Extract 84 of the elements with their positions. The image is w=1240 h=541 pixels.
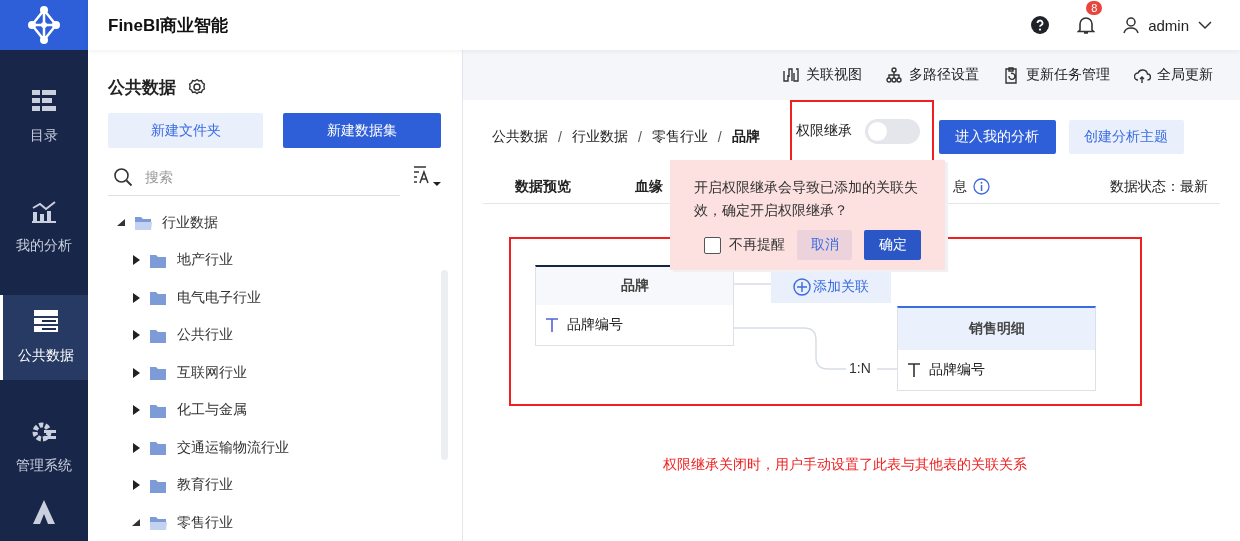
- permission-label: 权限继承: [795, 122, 852, 140]
- bell-icon[interactable]: [1077, 15, 1096, 35]
- notification-badge: 8: [1086, 1, 1103, 15]
- link-view-icon: [783, 66, 800, 84]
- expand-caret-icon[interactable]: [131, 442, 141, 453]
- tab[interactable]: 息: [953, 177, 990, 196]
- permission-toggle[interactable]: [864, 118, 920, 144]
- toolbar-button[interactable]: 全局更新: [1134, 66, 1213, 84]
- storage-icon: [33, 310, 58, 333]
- hierarchy-icon: [886, 66, 903, 84]
- tree-item[interactable]: 交通运输物流行业: [177, 438, 289, 457]
- tab[interactable]: 数据预览: [515, 177, 571, 196]
- open-analysis-button[interactable]: 进入我的分析: [938, 120, 1056, 154]
- new-dataset-button[interactable]: 新建数据集: [283, 113, 441, 148]
- text-type-icon: [545, 318, 559, 332]
- confirm-button[interactable]: 确定: [864, 230, 921, 260]
- table-card[interactable]: 销售明细 品牌编号: [897, 306, 1096, 391]
- toolbar-button[interactable]: 多路径设置: [886, 66, 979, 84]
- breadcrumb-link[interactable]: 公共数据: [492, 128, 548, 146]
- nav-item[interactable]: 我的分析: [0, 160, 88, 270]
- table-name: 品牌: [536, 267, 733, 305]
- tree-item[interactable]: 行业数据: [162, 213, 218, 232]
- breadcrumb-current: 品牌: [731, 128, 760, 146]
- add-link-button[interactable]: 添加关联: [771, 270, 891, 303]
- tree-item[interactable]: 公共行业: [177, 326, 233, 345]
- nav-item[interactable]: 公共数据: [0, 295, 88, 380]
- expand-caret-icon[interactable]: [131, 480, 141, 491]
- settings-icon[interactable]: [188, 78, 206, 96]
- field-name: 品牌编号: [567, 316, 623, 334]
- annotation-text: 权限继承关闭时，用户手动设置了此表与其他表的关联关系: [662, 456, 1028, 474]
- user-icon: [1123, 16, 1140, 34]
- search-icon: [113, 166, 133, 187]
- app-title: FineBI商业智能: [108, 14, 228, 37]
- toolbar-button[interactable]: 更新任务管理: [1003, 66, 1110, 84]
- dont-remind-checkbox[interactable]: 不再提醒: [704, 236, 785, 254]
- tree-item[interactable]: 地产行业: [177, 251, 233, 270]
- tree-item[interactable]: 电气电子行业: [177, 288, 261, 307]
- expand-caret-icon[interactable]: [131, 255, 141, 266]
- create-topic-button[interactable]: 创建分析主题: [1068, 120, 1184, 154]
- expand-caret-icon[interactable]: [131, 330, 141, 341]
- tree-item[interactable]: 教育行业: [177, 476, 233, 495]
- expand-caret-icon[interactable]: [131, 292, 141, 303]
- breadcrumb-link[interactable]: 行业数据: [571, 128, 628, 146]
- breadcrumb-separator: /: [637, 129, 642, 145]
- folder-icon: [134, 214, 152, 232]
- cancel-button[interactable]: 取消: [797, 230, 852, 260]
- logo-icon[interactable]: [0, 0, 88, 50]
- folder-icon: [149, 514, 167, 532]
- user-menu[interactable]: admin: [1123, 16, 1212, 34]
- popup-message: 开启权限继承会导致已添加的关联失效，确定开启权限继承？: [694, 178, 919, 220]
- add-icon: [793, 277, 811, 296]
- folder-icon: [149, 439, 167, 457]
- field-name: 品牌编号: [929, 361, 985, 379]
- info-icon[interactable]: [973, 178, 990, 195]
- chevron-down-icon: [1198, 20, 1212, 30]
- expand-caret-icon[interactable]: [131, 367, 141, 378]
- relation-label: 1:N: [849, 360, 871, 376]
- tree-item[interactable]: 化工与金属: [177, 401, 247, 420]
- folder-icon: [149, 364, 167, 382]
- new-folder-button[interactable]: 新建文件夹: [108, 113, 263, 148]
- breadcrumb-separator: /: [558, 129, 562, 145]
- breadcrumb-link[interactable]: 零售行业: [651, 128, 708, 146]
- chart-icon: [32, 199, 56, 223]
- toolbar-button[interactable]: 关联视图: [783, 66, 862, 84]
- clipboard-icon: [1003, 66, 1020, 84]
- cloud-update-icon: [1134, 66, 1151, 84]
- folder-icon: [149, 289, 167, 307]
- expand-caret-icon[interactable]: [131, 405, 141, 416]
- table-name: 销售明细: [898, 308, 1095, 350]
- nav-item[interactable]: 管理系统: [0, 380, 88, 490]
- nav-item[interactable]: 目录: [0, 50, 88, 160]
- tree-item[interactable]: 零售行业: [177, 513, 233, 532]
- list-icon: [32, 89, 56, 113]
- panel-title: 公共数据: [108, 76, 176, 99]
- tree-item[interactable]: 互联网行业: [177, 363, 247, 382]
- collapse-caret-icon[interactable]: [116, 217, 126, 228]
- data-status: 数据状态：最新: [1110, 177, 1208, 196]
- help-icon[interactable]: [1031, 16, 1050, 34]
- table-card[interactable]: 品牌 品牌编号: [535, 265, 734, 346]
- collapse-caret-icon[interactable]: [131, 517, 141, 528]
- text-type-icon: [907, 363, 921, 377]
- tab[interactable]: 血缘: [635, 177, 663, 196]
- sort-icon[interactable]: [412, 164, 442, 188]
- breadcrumb-separator: /: [717, 129, 722, 145]
